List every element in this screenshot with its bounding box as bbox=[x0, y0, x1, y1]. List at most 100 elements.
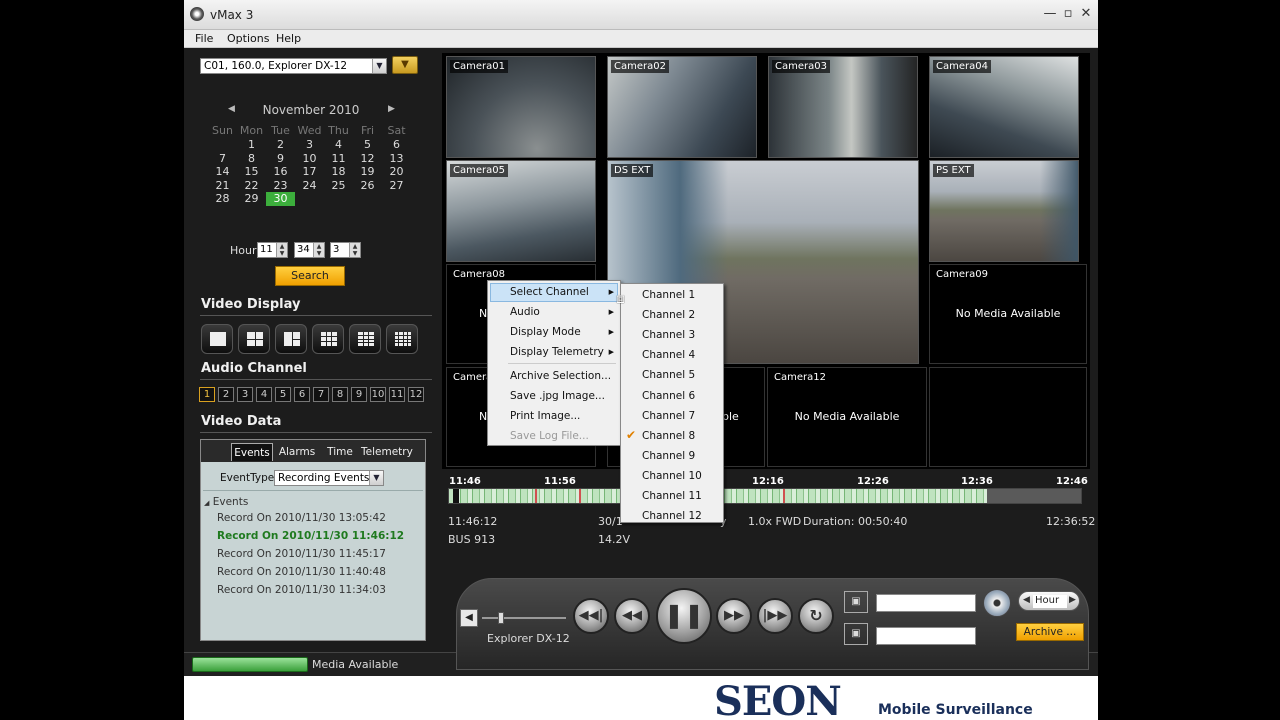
tab-alarms[interactable]: Alarms bbox=[275, 443, 319, 461]
camera-tile-02[interactable]: Camera02 bbox=[607, 56, 757, 158]
channel-menu-item[interactable]: Channel 7 bbox=[642, 410, 695, 422]
second-spinner[interactable]: 3 ▲ ▼ bbox=[330, 242, 361, 258]
chevron-left-icon[interactable]: ◀ bbox=[1023, 595, 1030, 605]
audio-channel-button[interactable]: 1 bbox=[199, 387, 215, 402]
audio-channel-button[interactable]: 7 bbox=[313, 387, 329, 402]
tab-telemetry[interactable]: Telemetry bbox=[361, 443, 413, 461]
event-row[interactable]: Record On 2010/11/30 11:40:48 bbox=[217, 566, 386, 578]
menu-item-select-channel[interactable]: Select Channel bbox=[510, 286, 589, 298]
channel-menu-item[interactable]: Channel 2 bbox=[642, 309, 695, 321]
audio-channel-button[interactable]: 11 bbox=[389, 387, 405, 402]
calendar-day[interactable]: 12 bbox=[353, 152, 382, 166]
chevron-down-icon[interactable]: ▼ bbox=[369, 471, 383, 485]
calendar-day[interactable]: 6 bbox=[382, 138, 411, 152]
camera-tile-05[interactable]: Camera05 bbox=[446, 160, 596, 262]
menu-item-archive-selection[interactable]: Archive Selection... bbox=[510, 370, 611, 382]
camera-tile-03[interactable]: Camera03 bbox=[768, 56, 918, 158]
layout-3x3-button[interactable] bbox=[312, 324, 344, 354]
hour-spinner[interactable]: 11 ▲ ▼ bbox=[257, 242, 288, 258]
calendar-day[interactable]: 1 bbox=[237, 138, 266, 152]
calendar-day[interactable]: 11 bbox=[324, 152, 353, 166]
device-select[interactable]: C01, 160.0, Explorer DX-12 ▼ bbox=[200, 58, 387, 74]
layout-1x1-button[interactable] bbox=[201, 324, 233, 354]
layout-1plus5-button[interactable] bbox=[275, 324, 307, 354]
event-row[interactable]: Record On 2010/11/30 13:05:42 bbox=[217, 512, 386, 524]
calendar-day[interactable]: 23 bbox=[266, 179, 295, 193]
channel-menu-item[interactable]: Channel 5 bbox=[642, 369, 695, 381]
volume-icon[interactable]: ◀ bbox=[460, 609, 478, 627]
archive-button[interactable]: Archive ... bbox=[1016, 623, 1084, 641]
disc-icon[interactable] bbox=[983, 589, 1011, 617]
audio-channel-button[interactable]: 10 bbox=[370, 387, 386, 402]
camera-tile-04[interactable]: Camera04 bbox=[929, 56, 1079, 158]
menu-item-print-image[interactable]: Print Image... bbox=[510, 410, 580, 422]
menu-item-audio[interactable]: Audio bbox=[510, 306, 540, 318]
clip-end-input[interactable] bbox=[876, 627, 976, 645]
calendar-day[interactable]: 29 bbox=[237, 192, 266, 206]
calendar-day[interactable]: 24 bbox=[295, 179, 324, 193]
calendar-day[interactable]: 13 bbox=[382, 152, 411, 166]
camera-tile-empty[interactable] bbox=[929, 367, 1087, 467]
calendar-day[interactable]: 3 bbox=[295, 138, 324, 152]
skip-to-start-button[interactable]: ◀◀| bbox=[573, 598, 609, 634]
range-unit-selector[interactable]: ◀ Hour ▶ bbox=[1018, 591, 1080, 611]
channel-menu-item[interactable]: Channel 3 bbox=[642, 329, 695, 341]
event-row[interactable]: Record On 2010/11/30 11:46:12 bbox=[217, 530, 404, 542]
timeline-track[interactable] bbox=[448, 488, 1082, 504]
camera-tile-ps-ext[interactable]: PS EXT bbox=[929, 160, 1079, 262]
event-type-select[interactable]: Recording Events ▼ bbox=[274, 470, 384, 486]
calendar-day[interactable]: 20 bbox=[382, 165, 411, 179]
skip-to-end-button[interactable]: |▶▶ bbox=[757, 598, 793, 634]
audio-channel-button[interactable]: 6 bbox=[294, 387, 310, 402]
calendar-day[interactable]: 2 bbox=[266, 138, 295, 152]
minimize-icon[interactable]: — bbox=[1042, 6, 1058, 22]
calendar-prev-icon[interactable]: ◀ bbox=[228, 104, 235, 114]
channel-menu-item[interactable]: Channel 6 bbox=[642, 390, 695, 402]
chevron-right-icon[interactable]: ▶ bbox=[1069, 595, 1076, 605]
tab-time[interactable]: Time bbox=[321, 443, 359, 461]
channel-menu-item[interactable]: Channel 10 bbox=[642, 470, 702, 482]
loop-button[interactable]: ↻ bbox=[798, 598, 834, 634]
clip-start-icon[interactable]: ▣ bbox=[844, 591, 868, 613]
calendar-day[interactable]: 30 bbox=[266, 192, 295, 207]
menu-item-save-jpg[interactable]: Save .jpg Image... bbox=[510, 390, 605, 402]
calendar-day[interactable]: 17 bbox=[295, 165, 324, 179]
spin-arrows-icon[interactable]: ▲ ▼ bbox=[349, 243, 360, 257]
channel-menu-item[interactable]: Channel 9 bbox=[642, 450, 695, 462]
menu-item-display-mode[interactable]: Display Mode bbox=[510, 326, 581, 338]
tab-events[interactable]: Events bbox=[231, 443, 273, 461]
calendar-day[interactable]: 4 bbox=[324, 138, 353, 152]
calendar-next-icon[interactable]: ▶ bbox=[388, 104, 395, 114]
calendar-day[interactable]: 8 bbox=[237, 152, 266, 166]
fast-forward-button[interactable]: ▶▶ bbox=[716, 598, 752, 634]
search-button[interactable]: Search bbox=[275, 266, 345, 286]
menu-item-display-telemetry[interactable]: Display Telemetry bbox=[510, 346, 604, 358]
calendar-day[interactable]: 22 bbox=[237, 179, 266, 193]
calendar-day[interactable]: 7 bbox=[208, 152, 237, 166]
calendar-day[interactable]: 26 bbox=[353, 179, 382, 193]
event-row[interactable]: Record On 2010/11/30 11:34:03 bbox=[217, 584, 386, 596]
chevron-down-icon[interactable]: ▼ bbox=[372, 59, 386, 73]
calendar-day[interactable]: 27 bbox=[382, 179, 411, 193]
channel-menu-item[interactable]: Channel 1 bbox=[642, 289, 695, 301]
events-tree-root[interactable]: ◢ Events bbox=[204, 496, 248, 508]
camera-tile-12[interactable]: Camera12 No Media Available bbox=[767, 367, 927, 467]
volume-slider[interactable] bbox=[482, 617, 566, 619]
event-row[interactable]: Record On 2010/11/30 11:45:17 bbox=[217, 548, 386, 560]
clip-end-icon[interactable]: ▣ bbox=[844, 623, 868, 645]
clip-start-input[interactable] bbox=[876, 594, 976, 612]
menu-help[interactable]: Help bbox=[276, 32, 301, 45]
open-folder-button[interactable]: ▼ bbox=[392, 56, 418, 74]
spin-arrows-icon[interactable]: ▲ ▼ bbox=[313, 243, 324, 257]
timeline-cursor[interactable] bbox=[453, 489, 459, 503]
layout-4x4-button[interactable] bbox=[386, 324, 418, 354]
audio-channel-button[interactable]: 9 bbox=[351, 387, 367, 402]
audio-channel-button[interactable]: 8 bbox=[332, 387, 348, 402]
audio-channel-button[interactable]: 12 bbox=[408, 387, 424, 402]
rewind-button[interactable]: ◀◀ bbox=[614, 598, 650, 634]
layout-3x4-button[interactable] bbox=[349, 324, 381, 354]
menu-file[interactable]: File bbox=[195, 32, 213, 45]
calendar-day[interactable]: 18 bbox=[324, 165, 353, 179]
audio-channel-button[interactable]: 4 bbox=[256, 387, 272, 402]
pause-button[interactable]: ❚❚ bbox=[656, 588, 712, 644]
